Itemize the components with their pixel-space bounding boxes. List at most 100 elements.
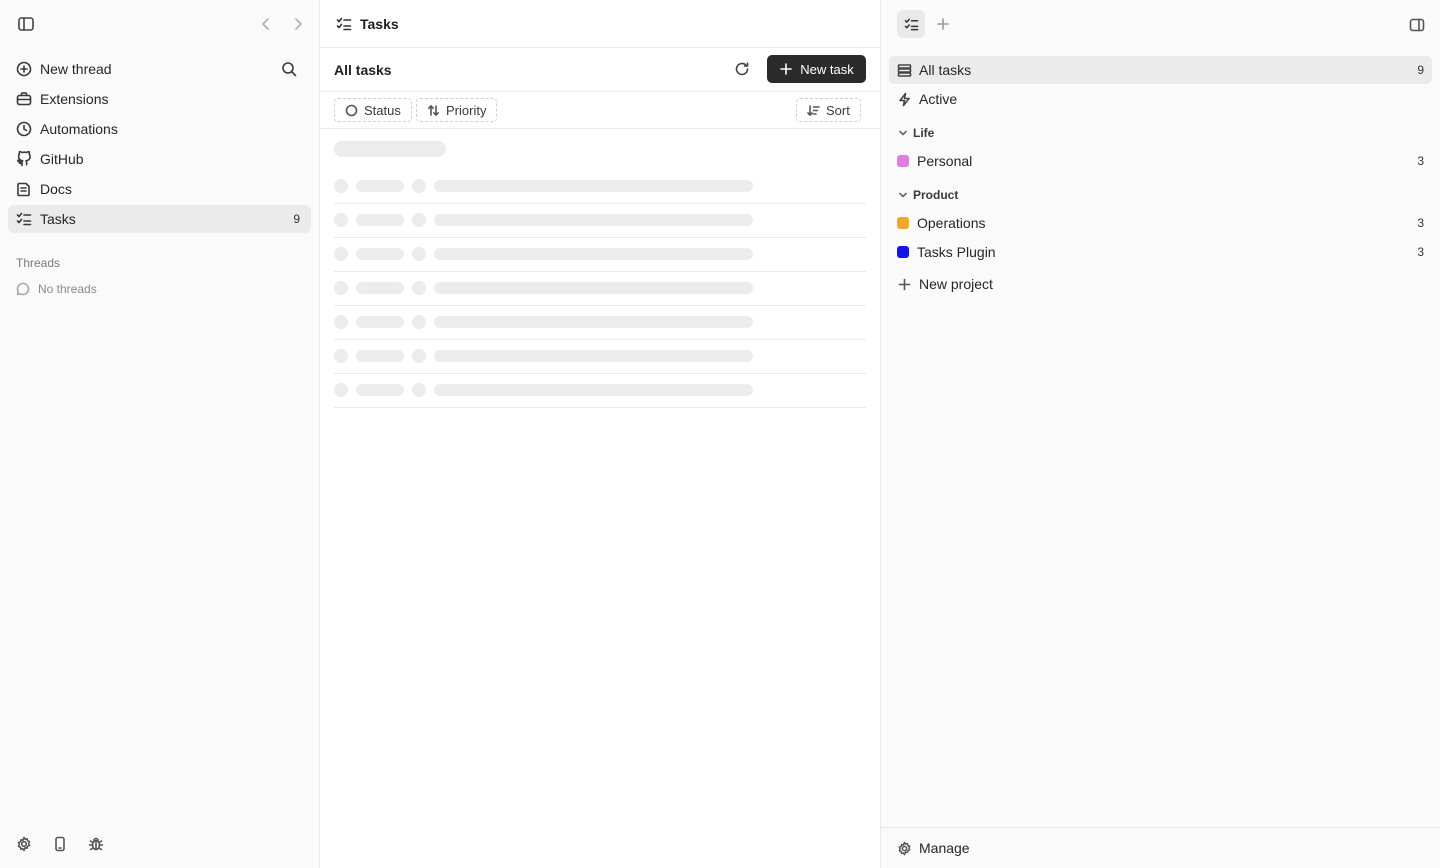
plus-icon xyxy=(897,277,912,292)
project-item-all-tasks[interactable]: All tasks 9 xyxy=(889,56,1432,84)
lightning-icon xyxy=(897,92,912,107)
tasks-icon xyxy=(904,17,919,32)
skeleton-row xyxy=(334,306,866,340)
priority-filter[interactable]: Priority xyxy=(416,98,498,122)
chevron-left-icon[interactable] xyxy=(256,14,276,34)
group-header-life[interactable]: Life xyxy=(889,121,1432,145)
project-count: 3 xyxy=(1417,154,1424,168)
sidebar-item-tasks[interactable]: Tasks 9 xyxy=(8,205,311,233)
new-project-label: New project xyxy=(919,276,993,292)
sort-icon xyxy=(807,104,820,117)
sidebar-item-label: Docs xyxy=(40,181,72,197)
sidebar-item-docs[interactable]: Docs xyxy=(8,175,311,203)
gear-icon[interactable] xyxy=(16,836,32,852)
list-title: All tasks xyxy=(334,61,392,78)
sort-button[interactable]: Sort xyxy=(796,98,861,122)
sort-label: Sort xyxy=(826,102,850,118)
status-filter-label: Status xyxy=(364,102,401,118)
project-color-swatch xyxy=(897,155,909,167)
search-icon[interactable] xyxy=(281,61,297,77)
chevron-right-icon[interactable] xyxy=(288,14,308,34)
refresh-icon[interactable] xyxy=(734,61,750,77)
project-item-active[interactable]: Active xyxy=(889,85,1432,113)
project-item-tasks-plugin[interactable]: Tasks Plugin 3 xyxy=(889,238,1432,266)
page-header: Tasks xyxy=(320,0,880,48)
project-list: All tasks 9 Active Life Personal 3 Produ… xyxy=(889,56,1432,299)
project-label: Tasks Plugin xyxy=(917,244,996,260)
skeleton-row xyxy=(334,340,866,374)
sidebar-top-bar xyxy=(14,12,309,36)
threads-header: Threads xyxy=(16,256,61,270)
add-tab-icon[interactable] xyxy=(935,16,951,32)
gear-icon xyxy=(897,841,912,856)
sidebar-footer xyxy=(16,836,104,852)
status-filter[interactable]: Status xyxy=(334,98,412,122)
new-project-button[interactable]: New project xyxy=(889,270,1432,298)
skeleton-row xyxy=(334,238,866,272)
project-color-swatch xyxy=(897,217,909,229)
panel-toggle-icon[interactable] xyxy=(1408,16,1426,34)
sidebar-item-new-thread[interactable]: New thread xyxy=(8,55,311,83)
sidebar-item-label: Automations xyxy=(40,121,118,137)
no-threads-placeholder: No threads xyxy=(16,282,97,296)
new-task-button[interactable]: New task xyxy=(767,55,866,83)
bug-icon[interactable] xyxy=(88,836,104,852)
plus-circle-icon xyxy=(16,61,32,77)
left-sidebar: New thread Extensions Automations GitHub xyxy=(0,0,320,868)
tasks-count-badge: 9 xyxy=(293,212,300,226)
project-count: 3 xyxy=(1417,245,1424,259)
project-count: 3 xyxy=(1417,216,1424,230)
tasks-icon xyxy=(16,211,32,227)
project-color-swatch xyxy=(897,246,909,258)
sidebar-item-label: GitHub xyxy=(40,151,84,167)
sidebar-nav: New thread Extensions Automations GitHub xyxy=(8,55,311,235)
project-item-operations[interactable]: Operations 3 xyxy=(889,209,1432,237)
skeleton-row xyxy=(334,374,866,408)
no-threads-label: No threads xyxy=(38,282,97,296)
page-title: Tasks xyxy=(360,15,399,32)
doc-icon xyxy=(16,181,32,197)
group-label: Product xyxy=(913,188,959,202)
project-label: Personal xyxy=(917,153,973,169)
manage-label: Manage xyxy=(919,840,970,856)
list-header: All tasks New task xyxy=(320,48,880,92)
sidebar-item-label: Tasks xyxy=(40,211,76,227)
chevron-down-icon xyxy=(897,127,909,139)
circle-icon xyxy=(345,104,358,117)
project-label: Operations xyxy=(917,215,986,231)
github-icon xyxy=(16,151,32,167)
briefcase-icon xyxy=(16,91,32,107)
filter-bar: Status Priority Sort xyxy=(320,92,880,129)
projects-panel: All tasks 9 Active Life Personal 3 Produ… xyxy=(881,0,1440,868)
sidebar-item-automations[interactable]: Automations xyxy=(8,115,311,143)
mobile-icon[interactable] xyxy=(52,836,68,852)
stack-icon xyxy=(897,63,912,78)
sidebar-item-label: Extensions xyxy=(40,91,109,107)
project-label: Active xyxy=(919,91,958,107)
chevron-down-icon xyxy=(897,189,909,201)
tasks-icon xyxy=(336,16,352,32)
tasks-main: Tasks All tasks New task Status Priority xyxy=(320,0,881,868)
sort-arrows-icon xyxy=(427,104,440,117)
group-label: Life xyxy=(913,126,935,140)
skeleton-row xyxy=(334,204,866,238)
sidebar-toggle-icon[interactable] xyxy=(16,14,36,34)
priority-filter-label: Priority xyxy=(446,102,487,118)
skeleton-row xyxy=(334,272,866,306)
project-count: 9 xyxy=(1417,63,1424,77)
sidebar-item-github[interactable]: GitHub xyxy=(8,145,311,173)
group-header-product[interactable]: Product xyxy=(889,183,1432,207)
panel-tab-bar xyxy=(881,0,1440,48)
loading-skeleton-title xyxy=(334,141,446,157)
clock-icon xyxy=(16,121,32,137)
project-label: All tasks xyxy=(919,62,972,78)
plus-icon xyxy=(779,62,793,76)
sidebar-item-label: New thread xyxy=(40,61,112,77)
sidebar-item-extensions[interactable]: Extensions xyxy=(8,85,311,113)
project-item-personal[interactable]: Personal 3 xyxy=(889,147,1432,175)
manage-button[interactable]: Manage xyxy=(881,827,1440,868)
skeleton-row xyxy=(334,170,866,204)
new-task-label: New task xyxy=(800,61,854,77)
tab-tasks[interactable] xyxy=(897,10,925,38)
loading-skeleton-list xyxy=(334,170,866,408)
